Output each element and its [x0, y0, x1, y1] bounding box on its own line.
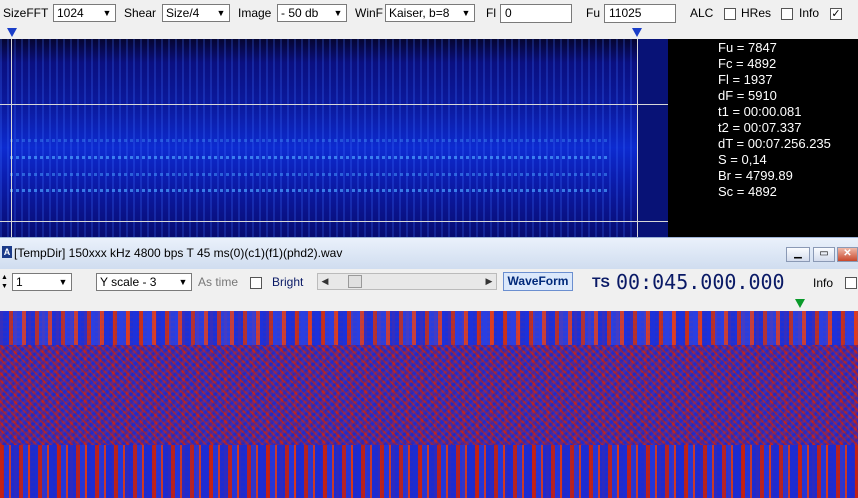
hres-checkbox[interactable] [781, 8, 793, 20]
spectrogram-tail [638, 39, 668, 237]
start-time-line[interactable] [11, 39, 12, 237]
end-marker-icon[interactable] [632, 28, 642, 37]
info-checkbox-bottom[interactable] [845, 277, 857, 289]
window-title: [TempDir] 150xxx kHz 4800 bps T 45 ms(0)… [14, 246, 343, 260]
measurement-panel: Fu = 7847 Fc = 4892 Fl = 1937 dF = 5910 … [668, 39, 858, 237]
as-time-label: As time [198, 275, 239, 289]
bitmap-noise-band [0, 345, 858, 445]
signal-band [10, 173, 610, 176]
image-label: Image [238, 6, 272, 20]
end-time-line[interactable] [637, 39, 638, 237]
chevron-down-icon: ▼ [461, 8, 471, 18]
chevron-down-icon: ▼ [58, 277, 68, 287]
signal-band [10, 189, 610, 192]
fc-readout: Fc = 4892 [718, 56, 777, 71]
s-readout: S = 0,14 [718, 152, 767, 167]
fu-readout: Fu = 7847 [718, 40, 777, 55]
timestamp-readout: 00:045.000.000 [616, 270, 785, 294]
channel-value: 1 [16, 275, 23, 289]
shear-select[interactable]: Size/4 ▼ [162, 4, 230, 22]
scroll-left-icon[interactable]: ◀ [318, 274, 332, 289]
t1-readout: t1 = 00:00.081 [718, 104, 802, 119]
winf-select[interactable]: Kaiser, b=8 ▼ [385, 4, 475, 22]
info-checkbox-top[interactable]: ✓ [830, 8, 842, 20]
df-readout: dF = 5910 [718, 88, 777, 103]
chevron-down-icon: ▼ [333, 8, 343, 18]
signal-band [10, 156, 610, 159]
image-value: - 50 db [281, 6, 319, 20]
close-button[interactable]: ✕ [837, 247, 858, 262]
bright-checkbox[interactable] [250, 277, 262, 289]
fl-label: Fl [486, 6, 496, 20]
winf-value: Kaiser, b=8 [389, 6, 450, 20]
chevron-down-icon: ▼ [216, 8, 226, 18]
start-marker-icon[interactable] [7, 28, 17, 37]
yscale-select[interactable]: Y scale - 3 ▼ [96, 273, 192, 291]
fl-readout: Fl = 1937 [718, 72, 773, 87]
br-readout: Br = 4799.89 [718, 168, 793, 183]
info-label-top: Info [799, 6, 820, 20]
sc-readout: Sc = 4892 [718, 184, 777, 199]
fu-label: Fu [586, 6, 601, 20]
fl-input[interactable]: 0 [500, 4, 572, 23]
bitmap-row-band [0, 445, 858, 498]
t2-readout: t2 = 00:07.337 [718, 120, 802, 135]
phase-bitmap-view[interactable] [0, 311, 858, 498]
maximize-button[interactable]: ▭ [813, 247, 835, 262]
spectrogram-image[interactable] [0, 39, 668, 237]
shear-value: Size/4 [166, 6, 200, 20]
bitmap-toolbar: ▲ ▼ 1 ▼ Y scale - 3 ▼ As time Bright ◀ ▶ … [0, 269, 858, 297]
shear-label: Shear [124, 6, 157, 20]
spectrum-toolbar: SizeFFT 1024 ▼ Shear Size/4 ▼ Image - 50… [0, 0, 858, 27]
chevron-down-icon: ▼ [102, 8, 112, 18]
alc-checkbox[interactable] [724, 8, 736, 20]
scroll-right-icon[interactable]: ▶ [482, 274, 496, 289]
bitmap-row-band [0, 311, 858, 345]
image-select[interactable]: - 50 db ▼ [277, 4, 347, 22]
spin-arrows-icon[interactable]: ▲ ▼ [0, 273, 9, 292]
app-icon: A [2, 246, 12, 258]
bitmap-marker-strip [0, 297, 858, 311]
chevron-down-icon: ▼ [178, 277, 188, 287]
time-scrollbar[interactable]: ◀ ▶ [317, 273, 497, 290]
info-label-bottom: Info [813, 276, 834, 290]
alc-label: ALC [690, 6, 714, 20]
hres-label: HRes [741, 6, 772, 20]
child-window-titlebar[interactable]: A [TempDir] 150xxx kHz 4800 bps T 45 ms(… [0, 237, 858, 270]
sizefft-select[interactable]: 1024 ▼ [53, 4, 116, 22]
spectrogram-panel[interactable]: Fu = 7847 Fc = 4892 Fl = 1937 dF = 5910 … [0, 27, 858, 237]
dt-readout: dT = 00:07.256.235 [718, 136, 831, 151]
marker-strip [0, 27, 858, 39]
fu-input[interactable]: 11025 [604, 4, 676, 23]
bright-label: Bright [272, 275, 304, 289]
waveform-button[interactable]: WaveForm [503, 272, 573, 291]
sizefft-value: 1024 [57, 6, 84, 20]
winf-label: WinF [355, 6, 383, 20]
signal-band [10, 139, 610, 142]
yscale-value: Y scale - 3 [100, 275, 157, 289]
sizefft-label: SizeFFT [3, 6, 49, 20]
scroll-thumb[interactable] [348, 275, 362, 288]
position-marker-icon[interactable] [795, 299, 805, 308]
minimize-button[interactable]: ▁ [786, 247, 810, 262]
ts-label: TS [592, 274, 610, 290]
channel-select[interactable]: 1 ▼ [12, 273, 72, 291]
